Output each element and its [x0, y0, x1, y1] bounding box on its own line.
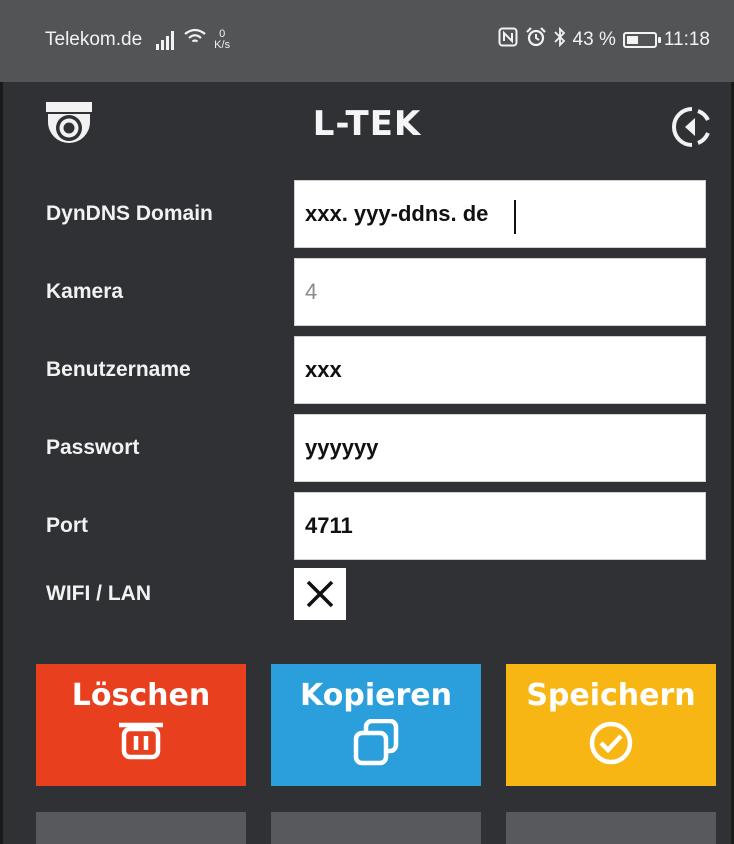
- clock: 11:18: [663, 29, 710, 50]
- wifi-lan-checkbox[interactable]: [294, 568, 346, 620]
- alarm-icon: [525, 27, 547, 53]
- brand-logo: L-TEK: [312, 104, 422, 144]
- wifi-icon: [184, 28, 206, 51]
- form-row-wifi-lan: WIFI / LAN: [0, 560, 734, 628]
- passwort-input[interactable]: [294, 414, 706, 482]
- passwort-label: Passwort: [46, 436, 140, 459]
- kopieren-button[interactable]: Kopieren: [271, 664, 481, 786]
- benutzername-label: Benutzername: [46, 358, 191, 381]
- port-input[interactable]: [294, 492, 706, 560]
- status-right: 43 % 11:18: [498, 26, 710, 53]
- kopieren-label: Kopieren: [300, 678, 452, 713]
- form-row-dyndns: DynDNS Domain: [0, 180, 734, 248]
- form-row-passwort: Passwort: [0, 414, 734, 482]
- battery-level-fill: [626, 36, 638, 44]
- form-row-benutzername: Benutzername: [0, 336, 734, 404]
- bottom-button-right[interactable]: [506, 812, 716, 844]
- bottom-button-middle[interactable]: [271, 812, 481, 844]
- bottom-button-left[interactable]: [36, 812, 246, 844]
- network-speed: 0 K/s: [214, 28, 231, 51]
- bluetooth-icon: [553, 26, 566, 53]
- speichern-button[interactable]: Speichern: [506, 664, 716, 786]
- speichern-label: Speichern: [526, 678, 696, 713]
- nfc-icon: [498, 27, 518, 53]
- loeschen-label: Löschen: [71, 678, 211, 713]
- dyndns-domain-input[interactable]: [294, 180, 706, 248]
- form-row-kamera: Kamera: [0, 258, 734, 326]
- kamera-input[interactable]: [294, 258, 706, 326]
- app-screen: Telekom.de 0 K/s 43 % 11:18 L-TEK DynDNS…: [0, 0, 734, 844]
- port-label: Port: [46, 514, 88, 537]
- signal-icon: [156, 30, 175, 50]
- text-cursor: [514, 200, 516, 234]
- network-speed-unit: K/s: [214, 38, 231, 51]
- wifi-lan-label: WIFI / LAN: [46, 582, 151, 605]
- status-bar: Telekom.de 0 K/s 43 % 11:18: [0, 0, 734, 82]
- checkbox-x-icon: [306, 580, 334, 608]
- loeschen-button[interactable]: Löschen: [36, 664, 246, 786]
- exit-icon[interactable]: [668, 103, 716, 156]
- status-left: Telekom.de 0 K/s: [45, 28, 230, 51]
- copy-icon: [353, 719, 399, 766]
- carrier-name: Telekom.de: [45, 28, 143, 50]
- dyndns-label: DynDNS Domain: [46, 202, 213, 225]
- form-row-port: Port: [0, 492, 734, 560]
- kamera-label: Kamera: [46, 280, 124, 303]
- battery-icon: [622, 32, 661, 48]
- battery-percent: 43 %: [572, 29, 616, 50]
- trash-icon: [119, 722, 163, 760]
- check-circle-icon: [589, 721, 633, 765]
- benutzername-input[interactable]: [294, 336, 706, 404]
